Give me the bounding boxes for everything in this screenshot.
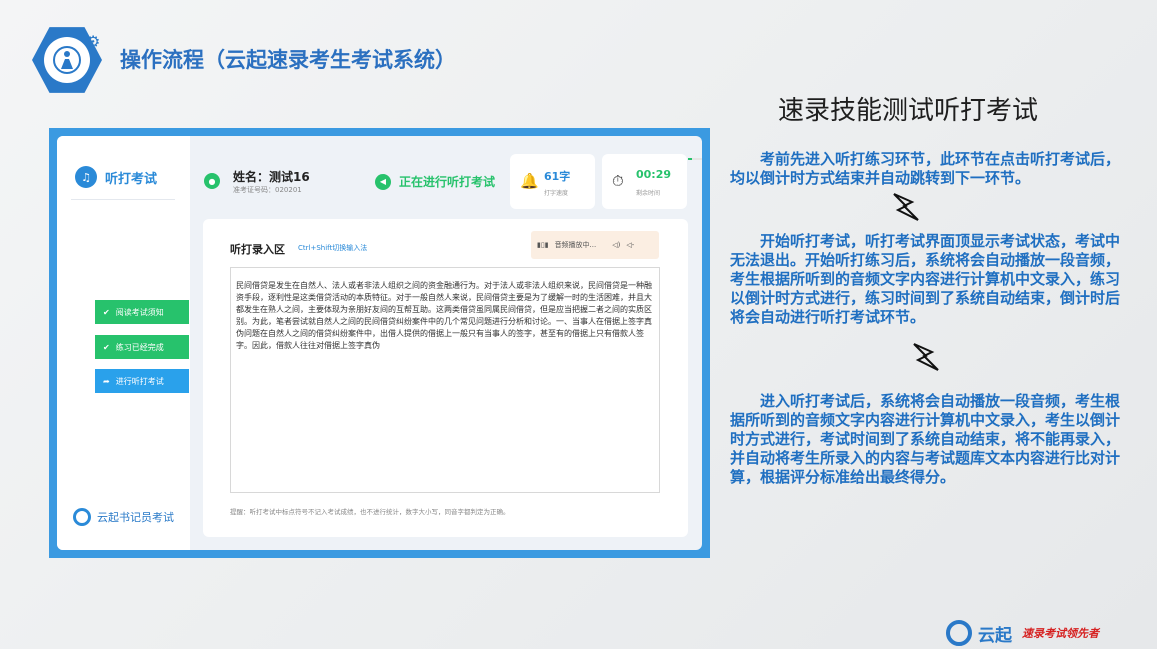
section-title: 速录技能测试听打考试	[778, 96, 1039, 126]
logo-person-icon	[44, 37, 90, 83]
candidate-name: 姓名：测试16	[233, 170, 310, 184]
audio-label: 音频播放中...	[554, 241, 597, 249]
divider	[71, 199, 175, 200]
user-icon: ●	[204, 173, 220, 189]
start-exam-button[interactable]: ➦ 进行听打考试	[95, 369, 189, 393]
speed-label: 打字速度	[544, 190, 569, 197]
share-arrow-icon: ➦	[103, 376, 110, 386]
exam-tip: 提醒：听打考试中标点符号不记入考试成绩，也不进行统计，数字大小写，同音字都判定为…	[230, 508, 510, 516]
exam-status: ◀ 正在进行听打考试	[375, 173, 495, 190]
footer-logo: 云起 速录考试领先者	[946, 620, 1099, 646]
check-icon: ✔	[103, 307, 110, 317]
arrow-down-icon	[890, 190, 924, 228]
timer-card: ⏱ 00:29 剩余时间	[602, 154, 702, 209]
headphones-icon: ♫	[75, 166, 97, 188]
button-label: 进行听打考试	[115, 376, 164, 386]
status-label: 正在进行听打考试	[399, 175, 496, 189]
sidebar: ♫ 听打考试 ✔ 阅读考试须知 ✔ 练习已经完成 ➦ 进行听打考试 云起书记员考…	[57, 136, 190, 550]
volume-down-icon[interactable]: ◁-	[626, 241, 634, 249]
brand-logo-icon	[73, 508, 91, 526]
waveform-icon: ▮▯▮	[537, 241, 549, 249]
brand-logo-icon	[946, 620, 972, 646]
practice-done-button[interactable]: ✔ 练习已经完成	[95, 335, 189, 359]
ime-hint: Ctrl+Shift切换输入法	[298, 244, 368, 252]
speed-card: 🔔 61字 打字速度	[510, 154, 595, 209]
paragraph-1: 考前先进入听打练习环节，此环节在点击听打考试后，均以倒计时方式结束并自动跳转到下…	[730, 150, 1121, 187]
paragraph-2: 开始听打考试，听打考试界面顶显示考试状态，考试中无法退出。开始听打练习后，系统将…	[730, 232, 1121, 326]
timer-label: 剩余时间	[636, 190, 661, 197]
sidebar-title: ♫ 听打考试	[75, 166, 157, 188]
button-label: 阅读考试须知	[115, 307, 164, 317]
timer-progress-fill	[688, 158, 692, 160]
input-panel-title: 听打录入区	[230, 243, 285, 256]
brand-label: 云起书记员考试	[97, 511, 174, 524]
footer-brand: 云起	[978, 625, 1012, 646]
speaker-icon: ◀	[375, 173, 391, 190]
footer-slogan: 速录考试领先者	[1022, 627, 1099, 640]
audio-player: ▮▯▮ 音频播放中... ◁) ◁-	[531, 231, 659, 259]
page-title: 操作流程（云起速录考生考试系统）	[120, 48, 456, 72]
check-icon: ✔	[103, 342, 110, 352]
timer-value: 00:29	[636, 168, 672, 181]
paragraph-3: 进入听打考试后，系统将会自动播放一段音频，考生根据所听到的音频文字内容进行计算机…	[730, 392, 1121, 486]
exam-number: 准考证号码：020201	[233, 186, 302, 194]
arrow-down-icon	[910, 340, 944, 378]
input-panel: 听打录入区 Ctrl+Shift切换输入法 ▮▯▮ 音频播放中... ◁) ◁-…	[203, 219, 688, 537]
sidebar-brand: 云起书记员考试	[73, 508, 174, 526]
bell-icon: 🔔	[520, 172, 539, 190]
speed-value: 61字	[544, 170, 571, 183]
button-label: 练习已经完成	[115, 342, 164, 352]
read-notice-button[interactable]: ✔ 阅读考试须知	[95, 300, 189, 324]
volume-up-icon[interactable]: ◁)	[612, 241, 620, 249]
sidebar-title-label: 听打考试	[105, 171, 158, 187]
app-window: ♫ 听打考试 ✔ 阅读考试须知 ✔ 练习已经完成 ➦ 进行听打考试 云起书记员考…	[57, 136, 702, 550]
gear-icon: ⚙	[86, 32, 101, 51]
typing-area[interactable]: 民间借贷是发生在自然人、法人或者非法人组织之间的资金融通行为。对于法人或非法人组…	[230, 267, 660, 493]
stopwatch-icon: ⏱	[612, 172, 624, 190]
app-screenshot: ♫ 听打考试 ✔ 阅读考试须知 ✔ 练习已经完成 ➦ 进行听打考试 云起书记员考…	[49, 128, 710, 558]
